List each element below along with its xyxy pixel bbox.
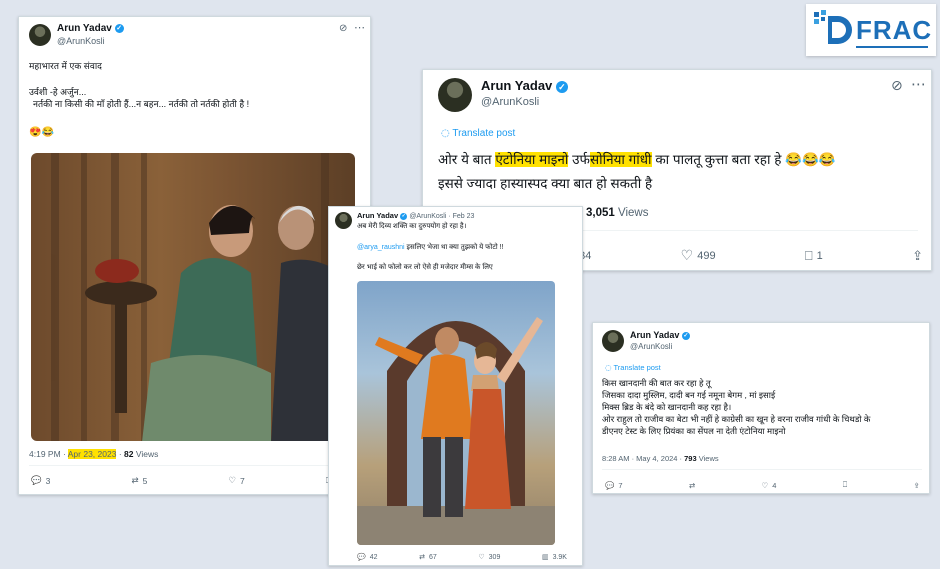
views-icon: ▥ bbox=[541, 553, 549, 561]
dfrac-shield-logo-icon bbox=[814, 10, 852, 44]
tweet-views: 3,051 Views bbox=[586, 207, 649, 219]
tweet-text-line: @arya_raushni इसलिए भेजा था क्या तुझको य… bbox=[357, 244, 504, 251]
repost-icon: ⇄ bbox=[688, 480, 696, 490]
bookmark-icon: ⎕ bbox=[804, 248, 813, 264]
translate-icon: ◌ bbox=[441, 128, 450, 139]
tweet-card-3[interactable]: Arun Yadav ✓ @ArunKosli · Feb 23 अब मेरी… bbox=[328, 206, 583, 566]
translate-post-link[interactable]: ◌ Translate post bbox=[605, 363, 661, 372]
avatar[interactable] bbox=[29, 24, 51, 46]
reply-icon: 💬 bbox=[357, 553, 366, 561]
author-handle[interactable]: @ArunKosli bbox=[481, 96, 539, 108]
heart-icon: ♡ bbox=[228, 476, 237, 486]
share-button[interactable]: ⇪ bbox=[914, 481, 920, 490]
avatar[interactable] bbox=[438, 78, 472, 112]
avatar[interactable] bbox=[602, 330, 624, 352]
like-button[interactable]: ♡ 7 bbox=[228, 476, 244, 486]
tweet-text-line: ओर राहुल तो राजीव का बेटा भी नहीं हे काग… bbox=[602, 414, 871, 424]
dfrac-logo: FRAC bbox=[806, 4, 936, 56]
translate-post-link[interactable]: ◌ Translate post bbox=[441, 128, 515, 139]
views-button[interactable]: ▥ 3.9K bbox=[542, 553, 567, 561]
reply-icon: 💬 bbox=[31, 476, 42, 486]
verified-badge-icon: ✓ bbox=[114, 23, 124, 33]
dfrac-logo-text: FRAC bbox=[856, 15, 933, 45]
repost-button[interactable]: ⇄ 5 bbox=[131, 476, 147, 486]
tweet-text-line: डीएनए टेस्ट के लिए प्रियंका का सेंपल ना … bbox=[602, 426, 786, 436]
author-name[interactable]: Arun Yadav ✓ bbox=[481, 78, 568, 93]
like-button[interactable]: ♡ 499 bbox=[681, 248, 716, 264]
author-handle[interactable]: @ArunKosli bbox=[57, 36, 105, 46]
tweet-actions: 134 ♡499 ⎕1 ⇪ bbox=[573, 248, 923, 264]
share-icon: ⇪ bbox=[912, 248, 923, 264]
photo-illustration bbox=[357, 317, 555, 545]
author-name[interactable]: Arun Yadav ✓ @ArunKosli · Feb 23 bbox=[357, 211, 474, 220]
repost-button[interactable]: ⇄ bbox=[689, 481, 695, 490]
author-handle[interactable]: @ArunKosli bbox=[630, 342, 672, 351]
mention-link[interactable]: @arya_raushni bbox=[357, 244, 405, 251]
tweet-meta: 8:28 AM · May 4, 2024 · 793 Views bbox=[602, 454, 719, 463]
repost-icon: ⇄ bbox=[419, 553, 425, 561]
author-name[interactable]: Arun Yadav ✓ bbox=[630, 330, 690, 340]
highlight-name-2: सोनिया गांधी bbox=[589, 152, 652, 167]
more-options-icon[interactable]: ⋯ bbox=[354, 21, 365, 34]
reply-button[interactable]: 💬 7 bbox=[605, 481, 623, 490]
heart-icon: ♡ bbox=[478, 553, 485, 561]
tweet-photo[interactable] bbox=[31, 153, 355, 441]
tweet-text-line: छेर भाई को फोलो कर लो ऐसे ही मजेदार मीम्… bbox=[357, 264, 493, 271]
tweet-text-line: अब मेरी दिव्य शक्ति का दुरुपयोग हो रहा ह… bbox=[357, 223, 467, 230]
heart-icon: ♡ bbox=[761, 480, 769, 490]
tweet-actions: 💬3 ⇄5 ♡7 ⎕ bbox=[31, 476, 331, 486]
post-date: Apr 23, 2023 bbox=[67, 449, 117, 459]
verified-badge-icon: ✓ bbox=[400, 212, 408, 220]
avatar[interactable] bbox=[335, 212, 352, 229]
highlight-name-1: एंटोनिया माइनो bbox=[495, 152, 569, 167]
reply-icon: 💬 bbox=[605, 480, 615, 490]
tweet-text-line: इससे ज्यादा हास्यास्पद क्या बात हो सकती … bbox=[438, 176, 653, 191]
tweet-emoji: 😍😂 bbox=[29, 127, 54, 138]
reply-button[interactable]: 💬 42 bbox=[357, 553, 378, 561]
bookmark-button[interactable]: ⎕ 1 bbox=[805, 249, 823, 264]
bookmark-button[interactable]: ⎕ bbox=[843, 480, 848, 490]
share-button[interactable]: ⇪ bbox=[912, 249, 923, 264]
repost-button[interactable]: ⇄ 67 bbox=[419, 553, 437, 561]
tweet-actions: 💬 42 ⇄ 67 ♡ 309 ▥ 3.9K bbox=[357, 553, 567, 561]
tweet-text-line: ओर ये बात एंटोनिया माइनो उर्फसोनिया गांध… bbox=[438, 152, 836, 167]
tweet-actions: 💬 7 ⇄ ♡ 4 ⎕ ⇪ bbox=[605, 480, 920, 490]
more-options-icon[interactable]: ⋯ bbox=[911, 75, 926, 93]
tweet-text-line: नर्तकी ना किसी की माँ होती हैं...न बहन..… bbox=[33, 99, 250, 109]
grok-icon[interactable]: ⊘ bbox=[339, 23, 347, 34]
tweet-card-4[interactable]: Arun Yadav ✓ @ArunKosli ◌ Translate post… bbox=[592, 322, 930, 494]
tweet-text-line: जिसका दादा मुस्लिम, दादी बन गई नमूना बेग… bbox=[602, 390, 776, 400]
verified-badge-icon: ✓ bbox=[555, 80, 568, 93]
grok-icon[interactable]: ⊘ bbox=[891, 78, 903, 94]
author-handle[interactable]: @ArunKosli · Feb 23 bbox=[409, 213, 474, 220]
like-button[interactable]: ♡ 4 bbox=[762, 481, 777, 490]
translate-icon: ◌ bbox=[605, 363, 612, 372]
author-name[interactable]: Arun Yadav ✓ bbox=[57, 23, 124, 34]
bookmark-icon: ⎕ bbox=[842, 480, 848, 489]
photo-illustration bbox=[51, 153, 351, 441]
tweet-text-line: महाभारत में एक संवाद bbox=[29, 61, 102, 71]
tweet-meta: 4:19 PM · Apr 23, 2023 · 82 Views bbox=[29, 449, 159, 459]
tweet-card-1[interactable]: Arun Yadav ✓ @ArunKosli ⊘ ⋯ महाभारत में … bbox=[18, 16, 371, 495]
like-button[interactable]: ♡ 309 bbox=[478, 553, 500, 561]
logo-underline bbox=[856, 46, 928, 48]
tweet-text-line: किस खानदानी की बात कर रहा हे तू bbox=[602, 378, 711, 388]
heart-icon: ♡ bbox=[680, 248, 694, 264]
share-icon: ⇪ bbox=[913, 480, 920, 490]
reply-button[interactable]: 💬 3 bbox=[31, 476, 50, 486]
tweet-photo[interactable] bbox=[357, 281, 555, 545]
tweet-text-line: मिक्स ब्रिड के बंदे को खानदानी कह रहा है… bbox=[602, 402, 732, 412]
repost-icon: ⇄ bbox=[131, 476, 139, 486]
verified-badge-icon: ✓ bbox=[681, 331, 690, 340]
